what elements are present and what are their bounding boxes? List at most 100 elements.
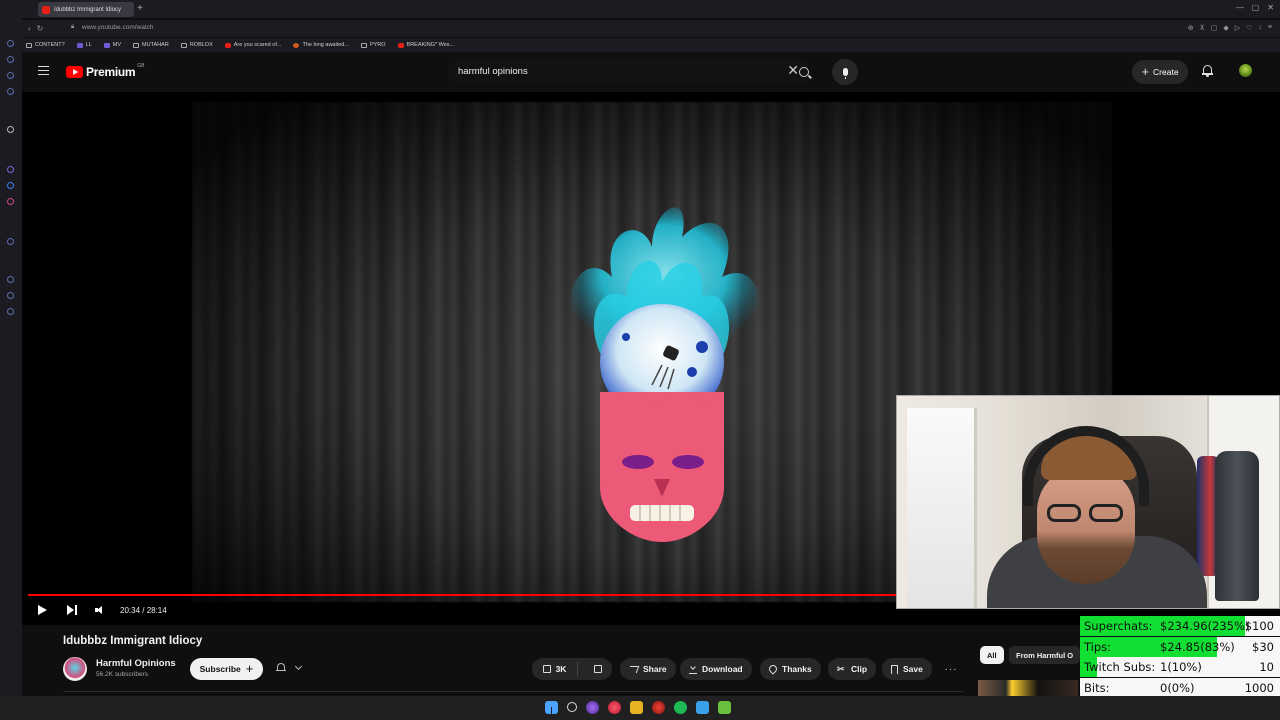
search-button[interactable] xyxy=(789,58,819,85)
new-tab-icon[interactable]: + xyxy=(137,3,143,14)
bookmark-item[interactable]: The long awaited... xyxy=(293,42,349,48)
channel-name[interactable]: Harmful Opinions xyxy=(96,658,176,669)
menu-icon[interactable]: ≡ xyxy=(1268,24,1272,32)
bookmark-item[interactable]: MV xyxy=(103,42,121,48)
zoom-icon[interactable]: ⊕ xyxy=(1188,24,1194,32)
address-bar: ‹ ↻ 🔒︎ www.youtube.com/watch ⊕ ⊼ ▢ ◆ ▷ ♡… xyxy=(22,20,1280,37)
heart-icon[interactable]: ♡ xyxy=(1246,24,1252,32)
sidebar-player-icon[interactable] xyxy=(7,238,14,245)
hamburger-menu-icon[interactable] xyxy=(38,66,49,75)
play-icon[interactable] xyxy=(38,605,47,615)
minecraft-icon[interactable] xyxy=(718,701,731,714)
sidebar-twitch-icon[interactable] xyxy=(7,166,14,173)
sidebar-messenger2-icon[interactable] xyxy=(7,182,14,189)
sidebar-chat-icon[interactable] xyxy=(7,88,14,95)
thumbs-down-icon xyxy=(593,665,602,673)
stat-label: Tips: xyxy=(1084,639,1112,654)
reload-icon[interactable]: ↻ xyxy=(37,24,44,33)
divider xyxy=(63,691,963,692)
browser-tab-bar: Idubbbz Immigrant Idiocy + — ▢ ✕ xyxy=(0,0,1280,18)
bookmark-icon xyxy=(103,42,110,48)
bookmark-item[interactable]: BREAKING* Wes... xyxy=(397,42,454,48)
bookmark-item[interactable]: MUTAHAR xyxy=(133,42,169,48)
spotify-icon[interactable] xyxy=(674,701,687,714)
channel-avatar[interactable] xyxy=(63,657,87,681)
minimize-icon[interactable]: — xyxy=(1236,3,1244,12)
screen: Idubbbz Immigrant Idiocy + — ▢ ✕ ‹ ↻ 🔒︎ … xyxy=(0,0,1280,720)
window-controls: — ▢ ✕ xyxy=(1236,3,1274,12)
notifications-bell-icon[interactable] xyxy=(1202,65,1213,77)
bookmark-item[interactable]: ROBLOX xyxy=(180,42,213,48)
dislike-button[interactable] xyxy=(583,662,612,676)
related-video-thumbnail[interactable] xyxy=(978,680,1078,696)
plus-icon: + xyxy=(245,661,254,676)
pin-icon[interactable]: ⊼ xyxy=(1200,24,1205,32)
chip-from-channel[interactable]: From Harmful O xyxy=(1009,646,1081,664)
discord-icon[interactable] xyxy=(586,701,599,714)
browser-tab[interactable]: Idubbbz Immigrant Idiocy xyxy=(38,2,134,17)
share-button[interactable]: Share xyxy=(620,658,676,680)
sidebar-messenger-icon[interactable] xyxy=(7,72,14,79)
download-icon[interactable]: ↓ xyxy=(1258,24,1262,32)
camera-icon[interactable]: ▢ xyxy=(1211,24,1218,32)
sidebar-history-icon[interactable] xyxy=(7,276,14,283)
back-icon[interactable]: ‹ xyxy=(28,24,31,33)
maximize-icon[interactable]: ▢ xyxy=(1252,3,1260,12)
sidebar-home-icon[interactable] xyxy=(7,40,14,47)
create-button[interactable]: + Create xyxy=(1132,60,1188,84)
search-input[interactable]: harmful opinions ✕ xyxy=(448,58,807,85)
youtube-logo[interactable]: Premium GB xyxy=(66,63,145,79)
bookmark-item[interactable]: Are you scared of... xyxy=(224,42,281,48)
voice-search-button[interactable] xyxy=(832,59,858,85)
sidebar-downloads-icon[interactable] xyxy=(7,292,14,299)
youtube-favicon-icon xyxy=(42,5,50,14)
scissors-icon: ✂ xyxy=(837,663,845,674)
stat-goal: $30 xyxy=(1252,639,1274,654)
stat-goal: 1000 xyxy=(1244,680,1274,695)
save-button[interactable]: Save xyxy=(882,658,932,680)
download-button[interactable]: Download xyxy=(680,658,752,680)
clip-button[interactable]: ✂ Clip xyxy=(828,658,877,680)
sidebar-settings-icon[interactable] xyxy=(7,308,14,315)
skull-logo-artwork xyxy=(569,207,760,542)
opera-icon[interactable] xyxy=(608,701,621,714)
close-window-icon[interactable]: ✕ xyxy=(1267,3,1274,12)
url-text[interactable]: www.youtube.com/watch xyxy=(82,24,154,31)
obs-icon[interactable] xyxy=(652,701,665,714)
search-query: harmful opinions xyxy=(458,66,528,77)
more-actions-icon[interactable]: ··· xyxy=(940,658,962,680)
subscribe-button[interactable]: Subscribe + xyxy=(190,658,263,680)
youtube-header: Premium GB harmful opinions ✕ + Create xyxy=(22,52,1280,92)
sidebar-arrow-icon[interactable] xyxy=(7,126,14,133)
windows-start-icon[interactable] xyxy=(545,701,558,714)
like-dislike-group: 3K xyxy=(532,658,612,680)
shield-icon[interactable]: ◆ xyxy=(1223,24,1228,32)
subscribe-label: Subscribe xyxy=(199,664,241,674)
bookmarks-bar: CONTENT? LL MV MUTAHAR ROBLOX Are you sc… xyxy=(22,38,1280,52)
like-button[interactable]: 3K xyxy=(532,662,578,676)
bookmark-item[interactable]: PYRO xyxy=(360,42,386,48)
thanks-icon xyxy=(767,663,779,675)
chip-all[interactable]: All xyxy=(980,646,1004,664)
youtube-icon xyxy=(397,42,404,48)
thanks-button[interactable]: Thanks xyxy=(760,658,821,680)
stat-goal: $100 xyxy=(1244,619,1274,633)
time-display: 20:34 / 28:14 xyxy=(120,606,167,615)
account-avatar[interactable] xyxy=(1239,64,1252,77)
bookmark-item[interactable]: LL xyxy=(76,42,92,48)
file-explorer-icon[interactable] xyxy=(630,701,643,714)
stat-value: $234.96(235%) xyxy=(1160,619,1250,633)
bookmark-item[interactable]: CONTENT? xyxy=(26,42,65,48)
video-title: Idubbbz Immigrant Idiocy xyxy=(63,635,203,647)
sidebar-bag-icon[interactable] xyxy=(7,56,14,63)
tab-title: Idubbbz Immigrant Idiocy xyxy=(54,6,122,13)
download-icon xyxy=(689,665,697,674)
stat-value: 0(0%) xyxy=(1160,680,1195,695)
channel-bell-icon[interactable] xyxy=(276,663,286,673)
taskbar-search-icon[interactable] xyxy=(567,702,577,712)
lock-icon: 🔒︎ xyxy=(71,24,75,30)
play-icon[interactable]: ▷ xyxy=(1235,24,1240,32)
sidebar-instagram-icon[interactable] xyxy=(7,198,14,205)
chevron-down-icon[interactable] xyxy=(294,662,303,671)
xbox-icon[interactable] xyxy=(696,701,709,714)
